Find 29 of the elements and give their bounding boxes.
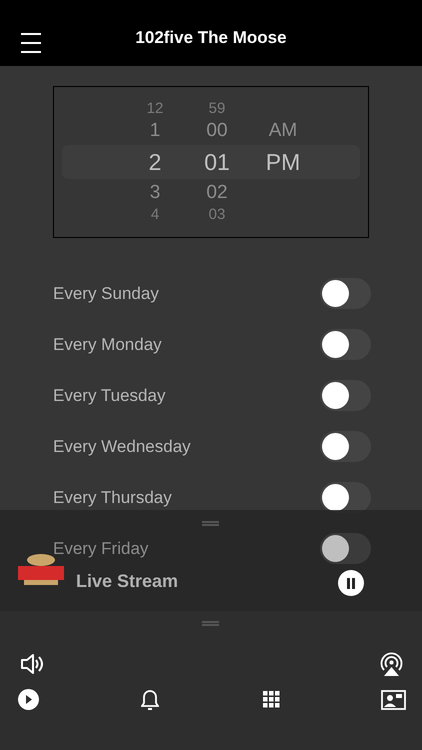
- toggle-switch[interactable]: [320, 431, 371, 462]
- picker-value[interactable]: AM: [248, 117, 318, 145]
- time-picker[interactable]: 12 1 2 3 4 59 00 01 02 03 AM PM: [53, 86, 369, 238]
- pause-button[interactable]: [338, 570, 364, 596]
- toggle-switch[interactable]: [320, 329, 371, 360]
- picker-value[interactable]: 01: [186, 148, 248, 176]
- picker-value[interactable]: PM: [248, 148, 318, 176]
- bell-icon[interactable]: [141, 689, 159, 710]
- menu-icon[interactable]: [20, 32, 42, 54]
- day-label: Every Thursday: [53, 486, 172, 509]
- stream-title: Live Stream: [76, 570, 178, 593]
- toggle-switch[interactable]: [320, 482, 371, 513]
- pause-icon: [346, 578, 356, 588]
- drag-handle-icon[interactable]: [202, 521, 219, 526]
- picker-value[interactable]: 2: [124, 148, 186, 176]
- speaker-icon[interactable]: [20, 653, 44, 675]
- day-label: Every Friday: [53, 538, 148, 560]
- play-circle-icon[interactable]: [18, 689, 39, 710]
- grid-icon[interactable]: [263, 691, 280, 708]
- toggle-switch[interactable]: [320, 380, 371, 411]
- day-label: Every Sunday: [53, 282, 159, 305]
- page-title: 102five The Moose: [135, 27, 287, 50]
- day-label: Every Wednesday: [53, 436, 191, 458]
- day-label: Every Monday: [53, 334, 162, 356]
- drag-handle-icon[interactable]: [202, 621, 219, 626]
- airplay-icon[interactable]: [379, 651, 404, 676]
- toggle-switch[interactable]: [320, 278, 371, 309]
- contact-card-icon[interactable]: [381, 690, 406, 710]
- day-label: Every Tuesday: [53, 384, 166, 407]
